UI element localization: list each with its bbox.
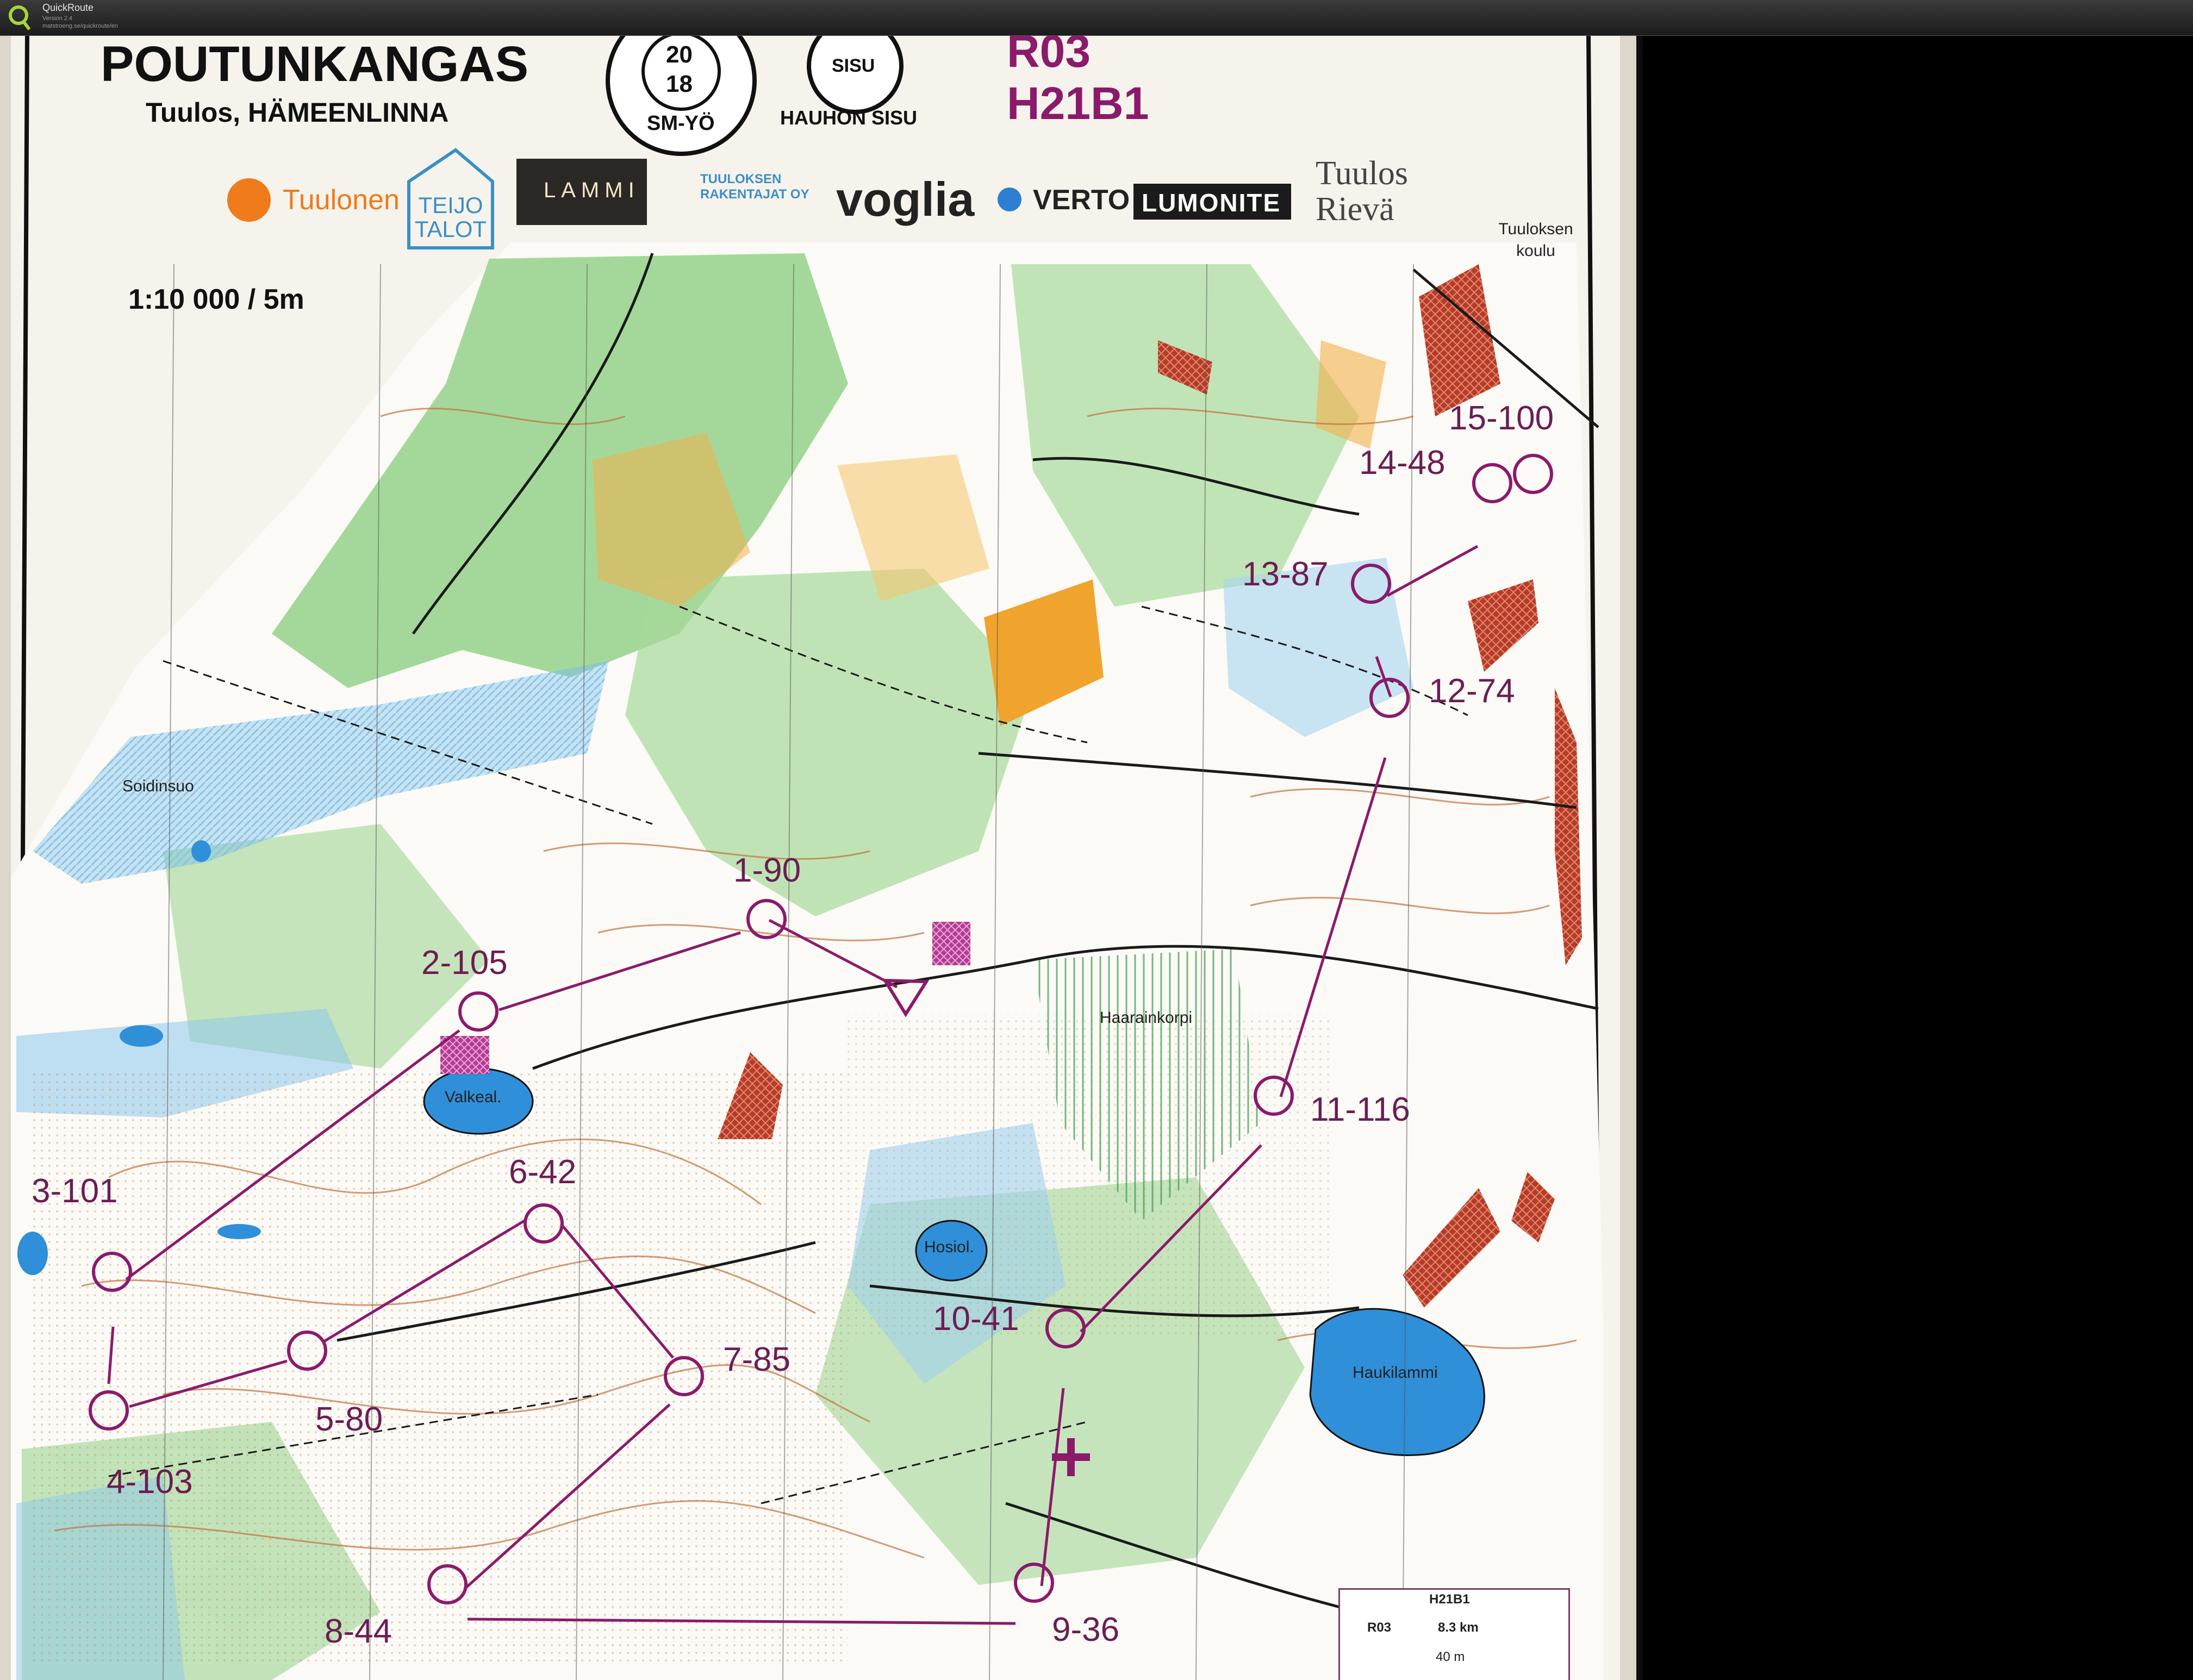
- control-label-1: 1-90: [733, 852, 801, 889]
- course-legend: H21B1 R03 8.3 km 40 m: [1338, 1588, 1570, 1680]
- sm-seal-bottom: 18: [666, 71, 693, 97]
- control-label-14: 14-48: [1359, 444, 1446, 482]
- forbidden-area-purple: [932, 922, 970, 965]
- event-name: POUTUNKANGAS: [101, 36, 529, 92]
- control-label-2: 2-105: [421, 944, 508, 982]
- legend-class: H21B1: [1429, 1592, 1470, 1607]
- sponsor-tuulos-rieva: Tuulos Rievä: [1316, 155, 1409, 228]
- label-valkeal: Valkeal.: [445, 1088, 502, 1106]
- control-label-4: 4-103: [107, 1463, 193, 1501]
- event-location: Tuulos, HÄMEENLINNA: [146, 97, 449, 128]
- label-soidinsuo: Soidinsuo: [122, 777, 194, 795]
- legend-course: R03: [1367, 1620, 1392, 1635]
- map-scale: 1:10 000 / 5m: [128, 284, 304, 315]
- empty-canvas-area: [1636, 36, 2193, 1680]
- control-label-5: 5-80: [315, 1401, 383, 1438]
- quickroute-logo-icon: [9, 5, 31, 30]
- logo-verto-drop: [998, 188, 1021, 211]
- control-label-8: 8-44: [325, 1613, 393, 1650]
- pond-southwest: [17, 1232, 48, 1275]
- course-class: H21B1: [1007, 78, 1149, 129]
- legend-length: 8.3 km: [1438, 1620, 1479, 1635]
- orienteering-map[interactable]: [0, 36, 1636, 1680]
- control-label-10: 10-41: [933, 1300, 1019, 1338]
- window-url: matstroeng.se/quickroute/en: [42, 23, 118, 29]
- legend-climb: 40 m: [1436, 1650, 1465, 1664]
- sponsor-lumonite: LUMONITE: [1142, 189, 1281, 217]
- sm-seal-caption: SM-YÖ: [647, 112, 715, 135]
- control-label-3: 3-101: [32, 1172, 118, 1210]
- control-label-11: 11-116: [1310, 1091, 1410, 1128]
- sponsor-voglia: voglia: [836, 172, 975, 226]
- control-label-6: 6-42: [509, 1153, 577, 1191]
- control-label-12: 12-74: [1429, 672, 1515, 710]
- sm-seal-top: 20: [666, 41, 693, 68]
- map-viewport[interactable]: POUTUNKANGAS Tuulos, HÄMEENLINNA 20 18 S…: [0, 36, 1636, 1680]
- window-title: QuickRoute: [42, 2, 94, 13]
- course-code: R03: [1007, 36, 1091, 77]
- sponsor-verto: VERTO: [1033, 184, 1130, 216]
- club-name: HAUHON SISU: [780, 107, 918, 129]
- pond-soidinsuo: [191, 840, 211, 862]
- label-haarainkorpi: Haarainkorpi: [1100, 1009, 1193, 1027]
- sponsor-tuulonen: Tuulonen: [283, 184, 400, 216]
- control-label-9: 9-36: [1052, 1611, 1120, 1648]
- club-badge-text: SISU: [832, 55, 875, 76]
- label-tuuloksen-koulu: Tuuloksen koulu: [1498, 220, 1573, 260]
- label-haukilammi: Haukilammi: [1353, 1364, 1438, 1382]
- pond-south: [217, 1224, 261, 1239]
- title-bar: QuickRoute Version 2.4 matstroeng.se/qui…: [0, 0, 2193, 36]
- lake-west: [120, 1025, 163, 1047]
- window-version: Version 2.4: [42, 15, 73, 22]
- forbidden-area-valkeal: [440, 1036, 489, 1074]
- control-label-13: 13-87: [1242, 555, 1329, 593]
- label-hosiol: Hosiol.: [924, 1238, 974, 1256]
- vertical-scrollbar[interactable]: [1636, 36, 1643, 1680]
- sponsor-tuuloksen-rakentajat: TUULOKSEN RAKENTAJAT OY: [700, 172, 809, 202]
- control-label-15: 15-100: [1449, 399, 1554, 437]
- sponsor-teijo-talot: TEIJO TALOT: [414, 192, 487, 242]
- control-label-7: 7-85: [723, 1341, 791, 1378]
- logo-tuulonen-mark: [227, 178, 271, 222]
- sponsor-lammi: LAMMI: [544, 178, 640, 202]
